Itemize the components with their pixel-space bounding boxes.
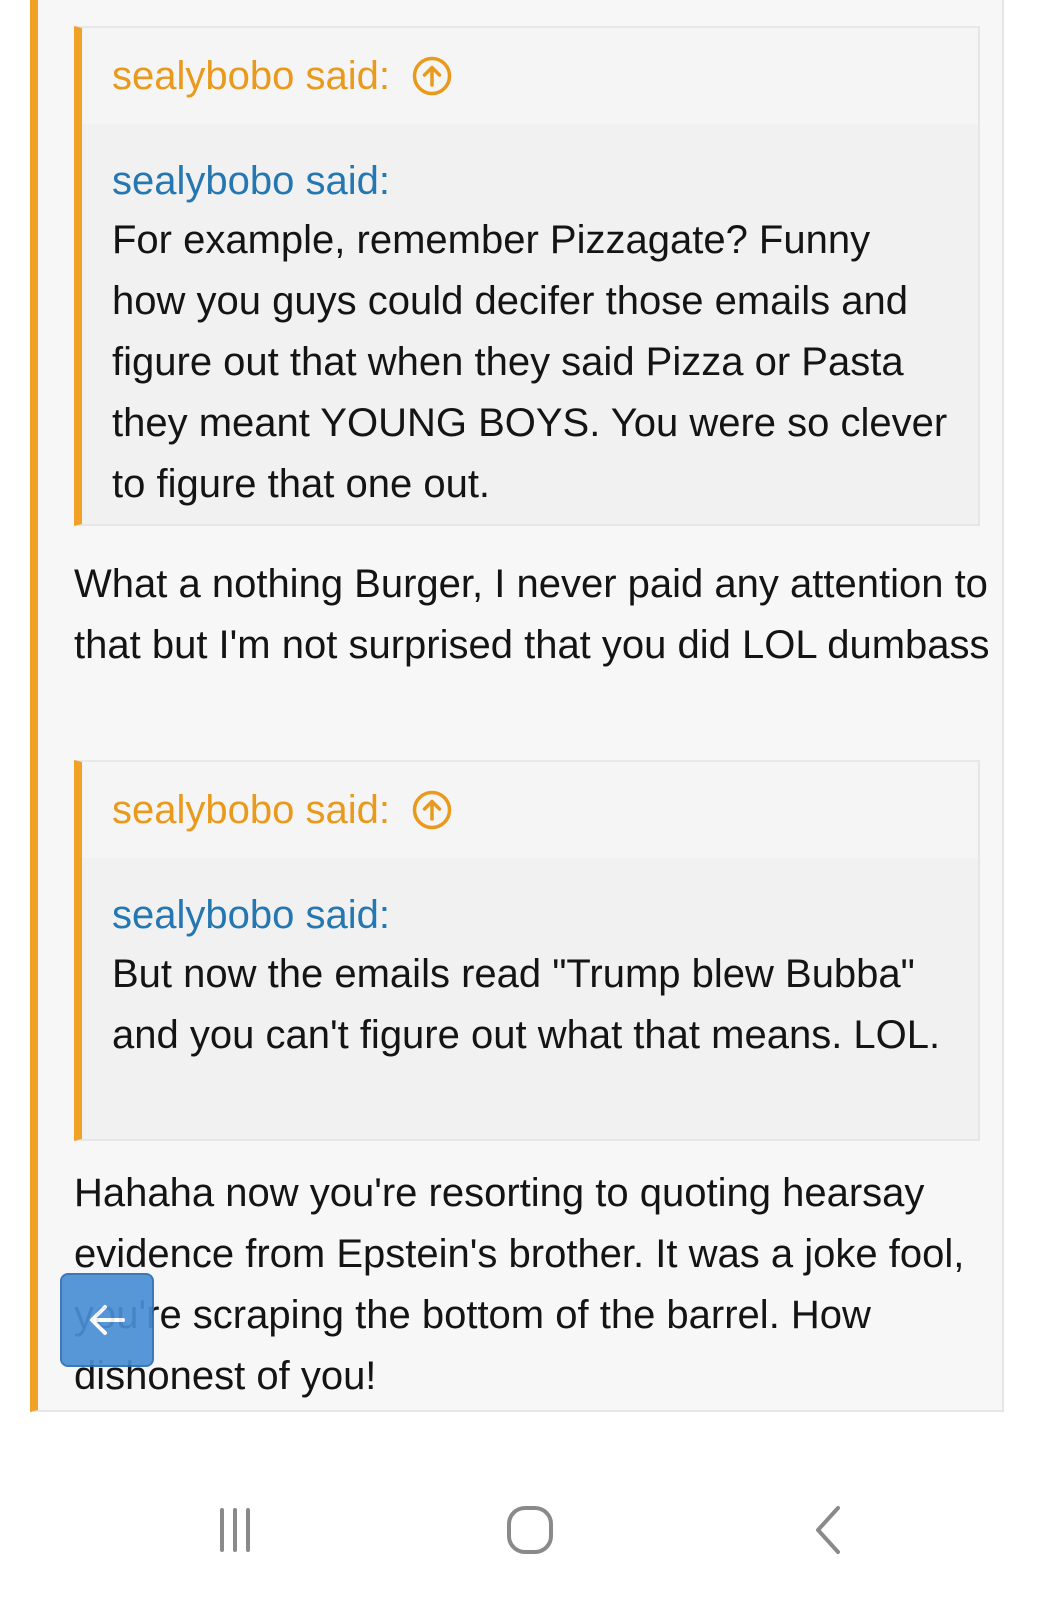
arrow-left-icon <box>90 1305 125 1335</box>
quote-author-link[interactable]: sealybobo said: <box>112 790 390 830</box>
nested-quote-author[interactable]: sealybobo said: <box>112 886 948 944</box>
quote-block: sealybobo said: sealybobo said: For exam… <box>74 26 980 526</box>
back-button[interactable] <box>790 1500 870 1560</box>
reply-text: What a nothing Burger, I never paid any … <box>74 562 990 667</box>
recents-icon <box>220 1508 250 1552</box>
reply-text: Hahaha now you're resorting to quoting h… <box>74 1171 965 1398</box>
recents-button[interactable] <box>195 1500 275 1560</box>
nested-quote-author[interactable]: sealybobo said: <box>112 152 948 210</box>
system-navigation-bar <box>0 1460 1052 1600</box>
quote-header: sealybobo said: <box>82 762 978 858</box>
home-button[interactable] <box>490 1500 570 1560</box>
forum-post: sealybobo said: sealybobo said: For exam… <box>30 0 1004 1412</box>
floating-back-button[interactable] <box>60 1273 154 1367</box>
quote-author-link[interactable]: sealybobo said: <box>112 56 390 96</box>
quote-body: sealybobo said: But now the emails read … <box>82 858 978 1066</box>
thread-page: sealybobo said: sealybobo said: For exam… <box>0 0 1052 1600</box>
quote-body: sealybobo said: For example, remember Pi… <box>82 124 978 515</box>
arrow-up-circle-icon[interactable] <box>412 56 452 96</box>
arrow-up-circle-icon[interactable] <box>412 790 452 830</box>
quote-text: For example, remember Pizzagate? Funny h… <box>112 218 948 506</box>
quote-header: sealybobo said: <box>82 28 978 124</box>
quote-block: sealybobo said: sealybobo said: But now … <box>74 760 980 1141</box>
home-icon <box>507 1506 553 1554</box>
back-chevron-icon <box>816 1506 840 1554</box>
quote-text: But now the emails read "Trump blew Bubb… <box>112 952 941 1057</box>
